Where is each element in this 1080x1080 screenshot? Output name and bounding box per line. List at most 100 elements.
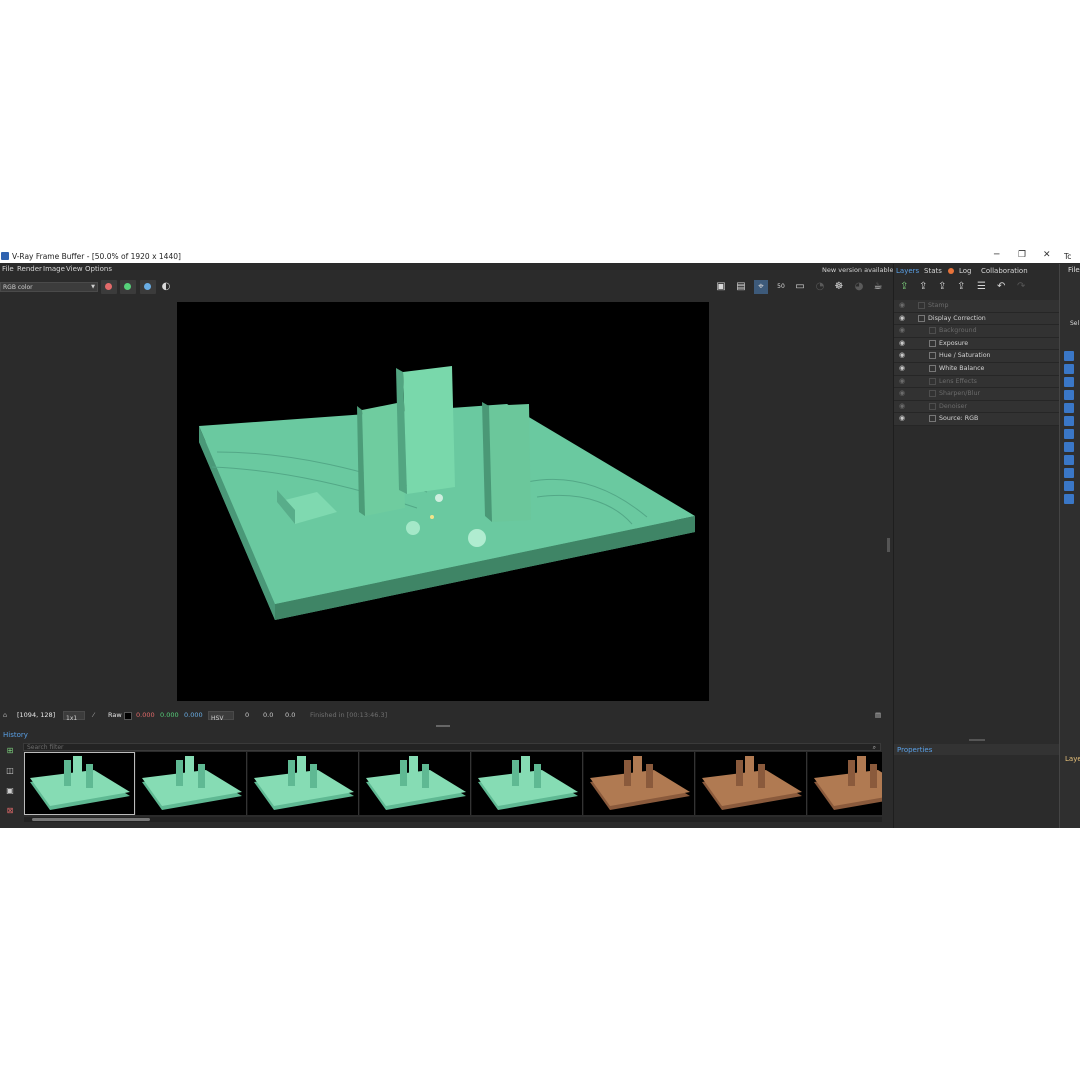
history-scrollbar[interactable] <box>24 817 882 822</box>
tab-layers[interactable]: Layers <box>896 267 919 275</box>
colorspace-select[interactable]: HSV <box>208 711 234 722</box>
visibility-eye-icon[interactable]: ◉ <box>899 414 905 422</box>
render-viewport[interactable] <box>0 298 887 706</box>
tool-button-icon[interactable] <box>1064 351 1074 361</box>
ab-compare-icon[interactable]: ◫ <box>4 765 16 776</box>
undo-icon[interactable]: ↶ <box>997 281 1005 292</box>
clear-image-icon[interactable]: ▤ <box>734 280 748 294</box>
mono-view-icon[interactable]: ◐ <box>159 280 173 294</box>
tab-log[interactable]: Log <box>959 267 972 275</box>
layer-label: Display Correction <box>928 314 986 322</box>
history-thumbnail[interactable] <box>24 752 135 815</box>
history-title: History <box>3 731 28 739</box>
history-scrollbar-thumb[interactable] <box>32 818 150 821</box>
neighbor-file-menu[interactable]: File <box>1068 266 1080 274</box>
menu-image[interactable]: Image <box>43 265 65 273</box>
tool-button-icon[interactable] <box>1064 429 1074 439</box>
ratio-select[interactable]: 1x1 <box>63 711 85 722</box>
menu-render[interactable]: Render <box>17 265 42 273</box>
tool-button-icon[interactable] <box>1064 468 1074 478</box>
layer-row[interactable]: ◉ Hue / Saturation <box>894 350 1059 363</box>
history-splitter[interactable] <box>436 725 450 727</box>
layer-label: Background <box>939 327 977 335</box>
load-layer-tree-icon[interactable]: ⇪ <box>957 281 965 292</box>
tool-button-icon[interactable] <box>1064 377 1074 387</box>
panel-toggle-icon[interactable]: ▤ <box>875 711 881 719</box>
zoom-icon[interactable]: 50 <box>774 280 788 294</box>
history-thumbnail[interactable] <box>248 752 359 815</box>
visibility-eye-icon[interactable]: ◉ <box>899 326 905 334</box>
history-thumbnail[interactable] <box>584 752 695 815</box>
layer-row[interactable]: ◉ Source: RGB <box>894 413 1059 426</box>
history-thumbnail[interactable] <box>360 752 471 815</box>
layer-row[interactable]: ◉ Display Correction <box>894 312 1059 326</box>
visibility-eye-icon[interactable]: ◉ <box>899 364 905 372</box>
tool-button-icon[interactable] <box>1064 403 1074 413</box>
save-to-history-icon[interactable]: ⊞ <box>4 745 16 756</box>
layer-list-icon[interactable]: ☰ <box>977 281 986 292</box>
thumbnail-preview <box>478 756 578 810</box>
tool-button-icon[interactable] <box>1064 390 1074 400</box>
history-thumbnail[interactable] <box>136 752 247 815</box>
green-channel-button[interactable] <box>120 280 136 294</box>
layer-row[interactable]: ◉ Sharpen/Blur <box>894 388 1059 401</box>
redo-icon[interactable]: ↷ <box>1017 281 1025 292</box>
save-icon[interactable]: ▣ <box>714 280 728 294</box>
layer-label: Source: RGB <box>939 415 979 423</box>
menu-file[interactable]: File <box>2 265 14 273</box>
layer-label: Hue / Saturation <box>939 352 991 360</box>
viewport-splitter[interactable] <box>887 538 890 552</box>
tab-collaboration[interactable]: Collaboration <box>981 267 1028 275</box>
history-thumbnail[interactable] <box>696 752 807 815</box>
delete-layer-icon[interactable]: ⇪ <box>919 281 927 292</box>
tool-button-icon[interactable] <box>1064 494 1074 504</box>
layer-row[interactable]: ◉ White Balance <box>894 362 1059 376</box>
history-panel: History Search filter ⌕ ⊞ ◫ ▣ ⊠ <box>0 729 887 828</box>
channel-select[interactable]: RGB color ▼ <box>0 282 98 292</box>
stop-render-icon[interactable]: ◕ <box>852 280 866 294</box>
layer-row[interactable]: ◉ Denoiser <box>894 400 1059 414</box>
red-channel-button[interactable] <box>101 280 117 294</box>
history-search-input[interactable]: Search filter ⌕ <box>23 743 881 751</box>
layer-row[interactable]: ◉ Exposure <box>894 337 1059 351</box>
load-history-icon[interactable]: ▣ <box>4 785 16 796</box>
render-icon[interactable]: ☸ <box>832 280 846 294</box>
pick-pixel-icon[interactable]: ⌂ <box>3 711 7 719</box>
visibility-eye-icon[interactable]: ◉ <box>899 301 905 309</box>
tool-button-icon[interactable] <box>1064 455 1074 465</box>
color-picker-icon[interactable]: ⁄ <box>93 711 94 719</box>
close-button[interactable]: ✕ <box>1043 250 1051 260</box>
tool-button-icon[interactable] <box>1064 442 1074 452</box>
render-teapot-icon[interactable]: ☕ <box>871 280 885 294</box>
layer-row[interactable]: ◉ Stamp <box>894 300 1059 313</box>
new-version-notice[interactable]: New version available! <box>822 266 896 274</box>
menu-view[interactable]: View <box>66 265 83 273</box>
menu-options[interactable]: Options <box>85 265 112 273</box>
save-layer-tree-icon[interactable]: ⇪ <box>938 281 946 292</box>
create-layer-icon[interactable]: ⇪ <box>900 281 908 292</box>
neighbor-app-strip: File Sel Laye <box>1059 264 1080 828</box>
blue-channel-button[interactable] <box>140 280 156 294</box>
restore-button[interactable]: ❐ <box>1018 250 1026 260</box>
history-thumbnail[interactable] <box>808 752 882 815</box>
layer-row[interactable]: ◉ Background <box>894 325 1059 338</box>
visibility-eye-icon[interactable]: ◉ <box>899 389 905 397</box>
visibility-eye-icon[interactable]: ◉ <box>899 402 905 410</box>
visibility-eye-icon[interactable]: ◉ <box>899 339 905 347</box>
tool-button-icon[interactable] <box>1064 416 1074 426</box>
minimize-button[interactable]: ─ <box>994 250 999 260</box>
visibility-eye-icon[interactable]: ◉ <box>899 377 905 385</box>
interactive-render-icon[interactable]: ◔ <box>813 280 827 294</box>
tool-button-icon[interactable] <box>1064 481 1074 491</box>
visibility-eye-icon[interactable]: ◉ <box>899 351 905 359</box>
visibility-eye-icon[interactable]: ◉ <box>899 314 905 322</box>
properties-splitter[interactable] <box>969 739 985 741</box>
history-thumbnail[interactable] <box>472 752 583 815</box>
track-mouse-icon[interactable]: ⌖ <box>754 280 768 294</box>
region-render-icon[interactable]: ▭ <box>793 280 807 294</box>
layer-row[interactable]: ◉ Lens Effects <box>894 375 1059 389</box>
delete-history-icon[interactable]: ⊠ <box>4 805 16 816</box>
tab-stats[interactable]: Stats <box>924 267 942 275</box>
thumbnail-preview <box>366 756 466 810</box>
tool-button-icon[interactable] <box>1064 364 1074 374</box>
